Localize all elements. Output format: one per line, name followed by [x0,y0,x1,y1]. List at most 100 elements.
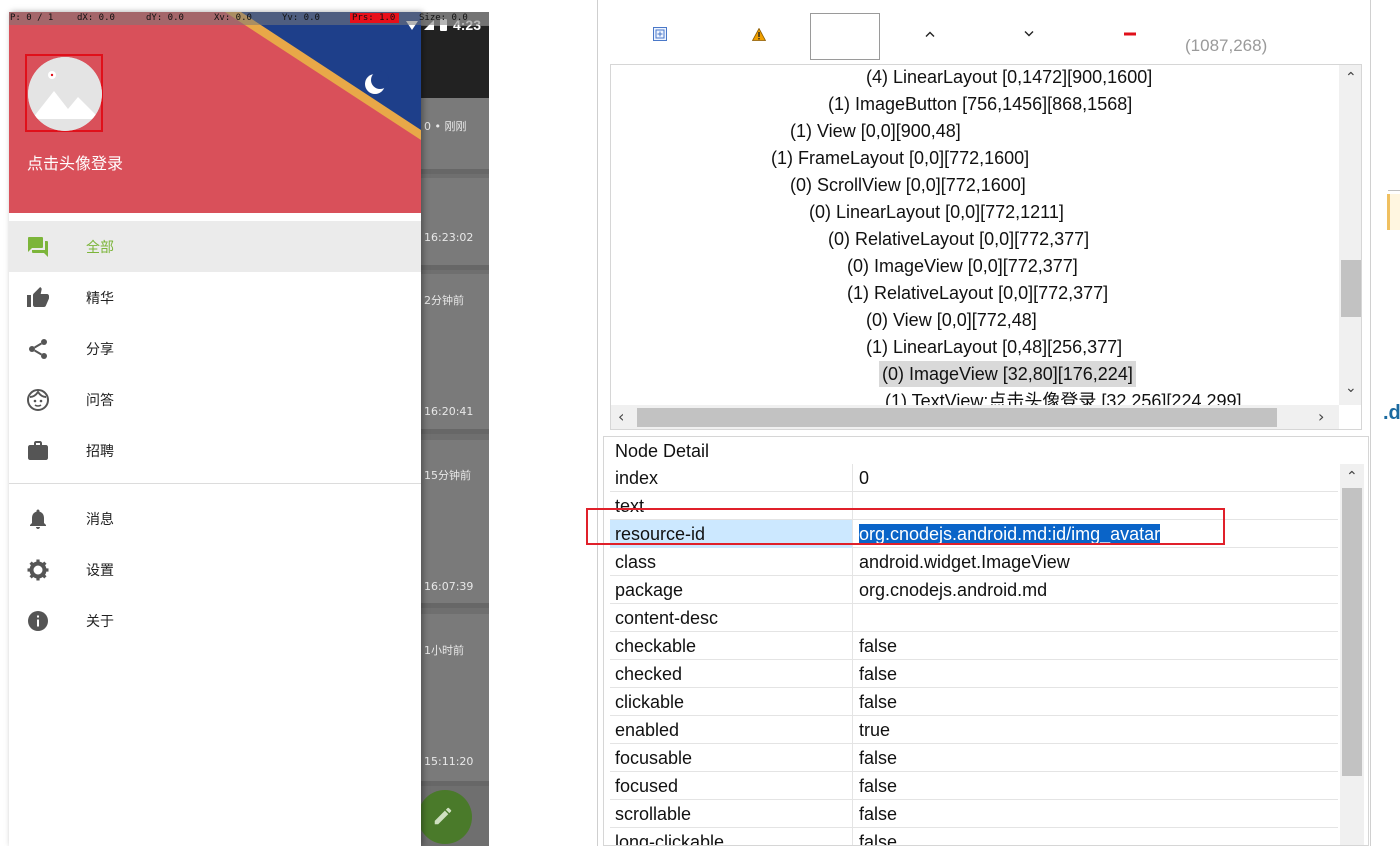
nav-item-messages[interactable]: 消息 [9,493,421,544]
warning-icon [752,27,766,41]
tree-node[interactable]: (1) LinearLayout [0,48][256,377] [863,334,1125,360]
nav-item-ask[interactable]: 问答 [9,374,421,425]
tree-node[interactable]: (0) View [0,0][772,48] [863,307,1040,333]
node-detail-panel: Node Detail index 0 text resource-id org.cno… [603,436,1369,846]
nav-item-label: 设置 [86,562,114,579]
detail-value[interactable]: false [854,828,1338,845]
list-item-time: 16:23:02 [424,231,474,244]
detail-value[interactable]: false [854,744,1338,772]
detail-value-text: true [859,720,891,740]
detail-vertical-scroll-thumb[interactable] [1342,488,1362,776]
tree-node[interactable]: (0) RelativeLayout [0,0][772,377] [825,226,1092,252]
detail-value[interactable]: android.widget.ImageView [854,548,1338,576]
detail-value[interactable]: false [854,800,1338,828]
tree-node[interactable]: (0) ImageView [0,0][772,377] [844,253,1081,279]
detail-row-index[interactable]: index 0 [610,464,1338,492]
thumb-up-icon [27,286,49,307]
next-node-button[interactable] [1015,20,1043,48]
scroll-right-icon[interactable]: › [1318,409,1324,425]
tree-node-selected[interactable]: (0) ImageView [32,80][176,224] [879,361,1136,387]
detail-value-text: 0 [859,468,870,488]
previous-node-button[interactable] [916,20,944,48]
nav-item-label: 问答 [86,392,114,409]
nav-item-settings[interactable]: 设置 [9,544,421,595]
avatar[interactable] [28,57,102,131]
detail-value[interactable]: false [854,632,1338,660]
screenshot-thumbnail-box[interactable] [810,13,880,60]
navigation-drawer: 点击头像登录 全部 精华 分享 问答 招聘 消息 设置 关于 [9,12,421,846]
expand-all-button[interactable] [646,20,674,48]
nav-item-job[interactable]: 招聘 [9,425,421,476]
minus-icon [1124,32,1136,36]
avatar-highlight[interactable] [25,54,103,132]
detail-value[interactable]: false [854,660,1338,688]
detail-row-clickable[interactable]: clickable false [610,688,1338,716]
detail-row-content-desc[interactable]: content-desc [610,604,1338,632]
tree-node[interactable]: (1) TextView:点击头像登录 [32,256][224,299] [882,388,1245,405]
detail-row-enabled[interactable]: enabled true [610,716,1338,744]
detail-row-focusable[interactable]: focusable false [610,744,1338,772]
clear-search-button[interactable] [1116,20,1144,48]
tree-node[interactable]: (1) ImageButton [756,1456][868,1568] [825,91,1135,117]
nav-item-label: 招聘 [86,443,114,460]
detail-key: content-desc [610,604,853,632]
tree-node[interactable]: (0) ScrollView [0,0][772,1600] [787,172,1029,198]
detail-key: clickable [610,688,853,716]
bell-icon [30,509,46,529]
detail-value-text: false [859,776,898,796]
detail-value-text: false [859,804,898,824]
detail-row-package[interactable]: package org.cnodejs.android.md [610,576,1338,604]
detail-value[interactable]: false [854,772,1338,800]
pointer-yv: Yv: 0.0 [282,13,320,23]
detail-value[interactable]: false [854,688,1338,716]
forum-icon [28,236,48,257]
tree-horizontal-scroll-thumb[interactable] [637,408,1277,427]
tree-horizontal-scrollbar[interactable]: ‹ › [611,405,1339,429]
tree-node[interactable]: (1) FrameLayout [0,0][772,1600] [768,145,1032,171]
resource-id-highlight-box [586,508,1225,545]
ui-inspector: (1087,268) (4) LinearLayout [0,1472][900… [601,6,1369,846]
nav-item-all[interactable]: 全部 [9,221,421,272]
scroll-up-icon[interactable]: ⌃ [1346,470,1358,484]
tree-vertical-scroll-thumb[interactable] [1341,260,1361,317]
hierarchy-tree[interactable]: (4) LinearLayout [0,1472][900,1600] (1) I… [611,65,1339,405]
detail-row-class[interactable]: class android.widget.ImageView [610,548,1338,576]
nav-item-good[interactable]: 精华 [9,272,421,323]
detail-value[interactable] [854,604,1338,632]
nav-item-share[interactable]: 分享 [9,323,421,374]
pencil-icon [434,807,452,825]
detail-row-checkable[interactable]: checkable false [610,632,1338,660]
drawer-nav: 全部 精华 分享 问答 招聘 消息 设置 关于 [9,221,421,646]
detail-value-text: false [859,636,898,656]
detail-value[interactable]: true [854,716,1338,744]
detail-key: checked [610,660,853,688]
detail-key: checkable [610,632,853,660]
tree-node[interactable]: (1) View [0,0][900,48] [787,118,964,144]
detail-row-long-clickable[interactable]: long-clickable false [610,828,1338,845]
tree-node[interactable]: (4) LinearLayout [0,1472][900,1600] [863,65,1155,90]
scroll-left-icon[interactable]: ‹ [618,409,624,425]
nav-item-about[interactable]: 关于 [9,595,421,646]
nav-item-label: 精华 [86,290,114,307]
adjacent-window-text: .d [1383,402,1400,424]
device-screenshot-panel[interactable]: 0 • 刚刚 16:23:02 2分钟前 16:20:41 15分钟前 16:0… [0,0,598,846]
hierarchy-tree-panel[interactable]: (4) LinearLayout [0,1472][900,1600] (1) I… [610,64,1362,430]
scroll-down-icon[interactable]: ⌄ [1345,381,1357,395]
detail-row-checked[interactable]: checked false [610,660,1338,688]
detail-value[interactable]: 0 [854,464,1338,492]
detail-row-scrollable[interactable]: scrollable false [610,800,1338,828]
detail-value[interactable]: org.cnodejs.android.md [854,576,1338,604]
detail-row-focused[interactable]: focused false [610,772,1338,800]
detail-key: enabled [610,716,853,744]
detail-vertical-scrollbar[interactable]: ⌃ [1340,464,1364,845]
login-hint-text[interactable]: 点击头像登录 [27,150,123,174]
tree-node[interactable]: (1) RelativeLayout [0,0][772,377] [844,280,1111,306]
tree-node[interactable]: (0) LinearLayout [0,0][772,1211] [806,199,1067,225]
scroll-up-icon[interactable]: ⌃ [1345,71,1357,85]
list-item [421,98,489,174]
list-item [421,178,489,270]
expand-all-icon [653,27,667,41]
down-arrow-icon [1024,31,1034,37]
toggle-nafs-button[interactable] [745,20,773,48]
tree-vertical-scrollbar[interactable]: ⌃ ⌄ [1339,65,1361,405]
